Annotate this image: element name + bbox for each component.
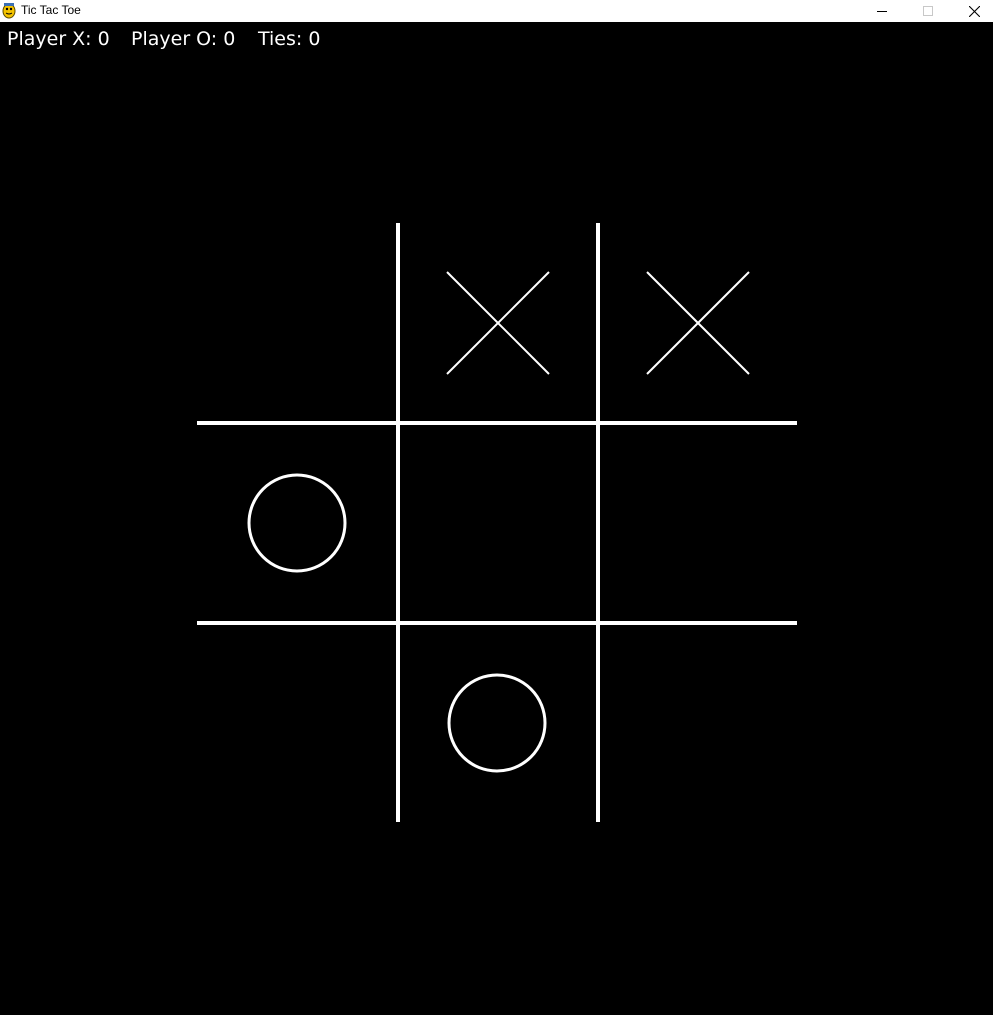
board-cell[interactable]	[598, 423, 798, 623]
cell-hit-area[interactable]	[598, 423, 798, 623]
board-cell[interactable]	[598, 223, 798, 423]
cell-hit-area[interactable]	[198, 223, 398, 423]
game-canvas[interactable]: Player X: 0 Player O: 0 Ties: 0	[0, 22, 993, 1015]
board-cell[interactable]	[398, 423, 598, 623]
score-player-x: Player X: 0	[7, 28, 110, 50]
board-cell[interactable]	[198, 623, 398, 823]
pygame-snake-icon	[2, 3, 16, 19]
cell-hit-area[interactable]	[198, 423, 398, 623]
score-ties: Ties: 0	[258, 28, 321, 50]
board-cell[interactable]	[598, 623, 798, 823]
maximize-icon	[923, 6, 933, 16]
cell-hit-area[interactable]	[198, 623, 398, 823]
scoreboard: Player X: 0 Player O: 0 Ties: 0	[0, 22, 993, 54]
board-cell[interactable]	[198, 223, 398, 423]
board-cell[interactable]	[398, 623, 598, 823]
cell-hit-area[interactable]	[398, 623, 598, 823]
tic-tac-toe-board[interactable]	[0, 22, 993, 1015]
cell-hit-area[interactable]	[398, 423, 598, 623]
board-cell[interactable]	[398, 223, 598, 423]
maximize-button[interactable]	[905, 0, 951, 22]
close-icon	[968, 5, 980, 17]
title-bar[interactable]: Tic Tac Toe	[0, 0, 993, 22]
window-title: Tic Tac Toe	[21, 3, 81, 17]
score-player-o: Player O: 0	[131, 28, 236, 50]
minimize-icon	[877, 11, 887, 12]
board-cell[interactable]	[198, 423, 398, 623]
cell-hit-area[interactable]	[598, 623, 798, 823]
game-window: Tic Tac Toe Player X: 0 Player O: 0 Ties…	[0, 0, 993, 1015]
minimize-button[interactable]	[859, 0, 905, 22]
close-button[interactable]	[951, 0, 993, 22]
